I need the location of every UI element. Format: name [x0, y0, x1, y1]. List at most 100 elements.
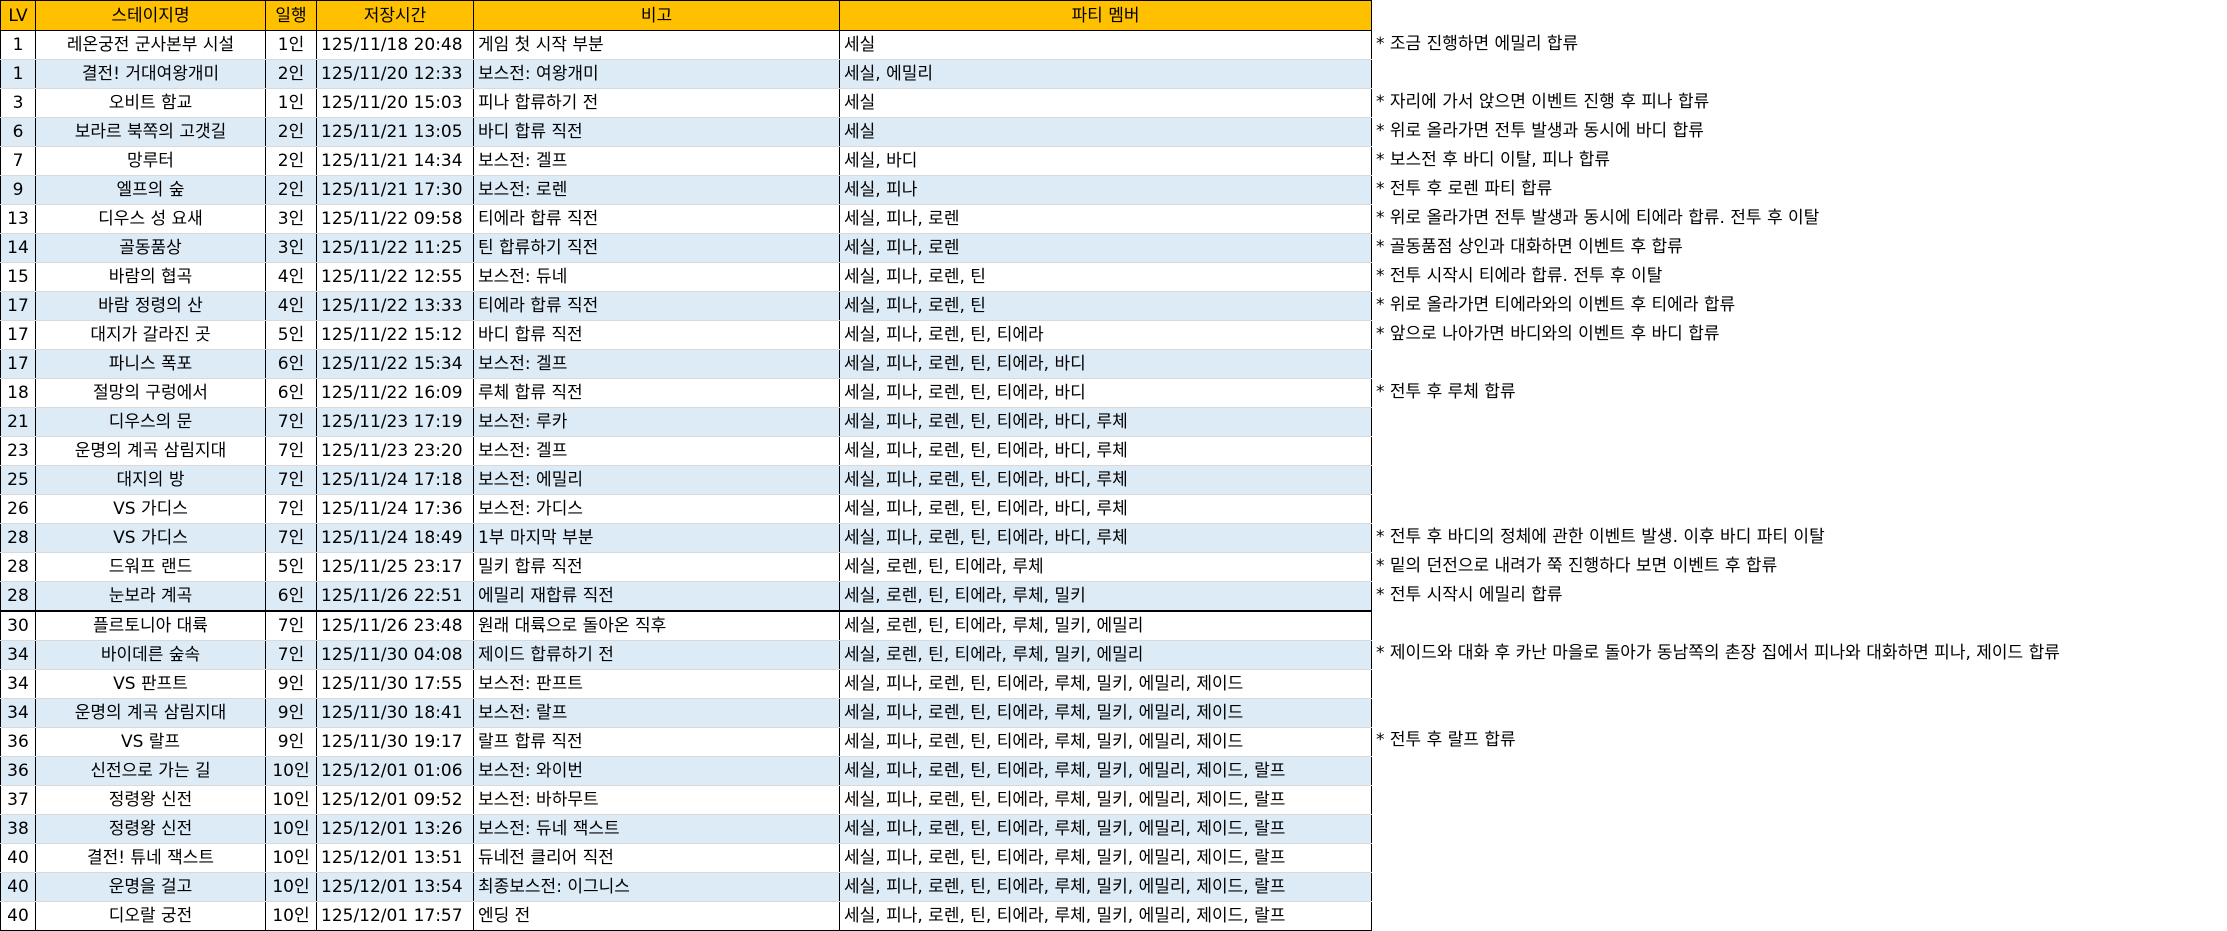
header-time[interactable]: 저장시간 [316, 0, 474, 31]
cell-days[interactable]: 10인 [265, 756, 317, 786]
cell-days[interactable]: 4인 [265, 291, 317, 321]
side-note[interactable] [1376, 59, 2221, 88]
cell-stage[interactable]: 눈보라 계곡 [35, 581, 266, 612]
cell-time[interactable]: 125/11/26 22:51 [316, 581, 474, 612]
cell-time[interactable]: 125/11/22 15:34 [316, 349, 474, 379]
cell-note[interactable]: 루체 합류 직전 [473, 378, 840, 408]
cell-stage[interactable]: 운명의 계곡 삼림지대 [35, 436, 266, 466]
cell-party[interactable]: 세실, 로렌, 틴, 티에라, 루체, 밀키, 에밀리 [839, 610, 1372, 641]
cell-days[interactable]: 9인 [265, 727, 317, 757]
cell-note[interactable]: 보스전: 듀네 잭스트 [473, 814, 840, 844]
cell-days[interactable]: 2인 [265, 146, 317, 176]
cell-lv[interactable]: 28 [0, 523, 36, 553]
cell-time[interactable]: 125/11/22 11:25 [316, 233, 474, 263]
cell-stage[interactable]: 결전! 튜네 잭스트 [35, 843, 266, 873]
cell-time[interactable]: 125/11/22 13:33 [316, 291, 474, 321]
cell-party[interactable]: 세실, 피나, 로렌, 틴, 티에라, 루체, 밀키, 에밀리, 제이드 [839, 669, 1372, 699]
cell-note[interactable]: 티에라 합류 직전 [473, 204, 840, 234]
cell-lv[interactable]: 9 [0, 175, 36, 205]
cell-party[interactable]: 세실, 피나, 로렌, 틴, 티에라, 루체, 밀키, 에밀리, 제이드 [839, 698, 1372, 728]
cell-lv[interactable]: 21 [0, 407, 36, 437]
cell-time[interactable]: 125/11/30 19:17 [316, 727, 474, 757]
cell-days[interactable]: 2인 [265, 117, 317, 147]
side-note[interactable]: * 전투 후 랄프 합류 [1376, 726, 2221, 755]
side-note[interactable]: * 전투 후 루체 합류 [1376, 378, 2221, 407]
side-note[interactable]: * 전투 후 로렌 파티 합류 [1376, 175, 2221, 204]
cell-time[interactable]: 125/11/22 12:55 [316, 262, 474, 292]
cell-party[interactable]: 세실, 피나, 로렌, 틴, 티에라, 바디, 루체 [839, 407, 1372, 437]
side-note[interactable] [1376, 842, 2221, 871]
cell-stage[interactable]: 드워프 랜드 [35, 552, 266, 582]
cell-party[interactable]: 세실, 피나, 로렌, 틴, 티에라, 루체, 밀키, 에밀리, 제이드, 랄프 [839, 872, 1372, 902]
cell-days[interactable]: 5인 [265, 552, 317, 582]
cell-stage[interactable]: 절망의 구렁에서 [35, 378, 266, 408]
cell-party[interactable]: 세실, 피나, 로렌, 틴, 티에라, 바디, 루체 [839, 523, 1372, 553]
side-note[interactable]: * 전투 후 바디의 정체에 관한 이벤트 발생. 이후 바디 파티 이탈 [1376, 523, 2221, 552]
cell-party[interactable]: 세실, 피나, 로렌, 틴, 티에라, 바디, 루체 [839, 436, 1372, 466]
cell-party[interactable]: 세실 [839, 88, 1372, 118]
side-note[interactable] [1376, 465, 2221, 494]
cell-stage[interactable]: 디우스 성 요새 [35, 204, 266, 234]
cell-note[interactable]: 피나 합류하기 전 [473, 88, 840, 118]
cell-lv[interactable]: 37 [0, 785, 36, 815]
cell-time[interactable]: 125/12/01 13:51 [316, 843, 474, 873]
side-note[interactable]: * 조금 진행하면 에밀리 합류 [1376, 30, 2221, 59]
cell-lv[interactable]: 34 [0, 698, 36, 728]
cell-lv[interactable]: 34 [0, 640, 36, 670]
cell-party[interactable]: 세실, 피나, 로렌, 틴, 티에라, 루체, 밀키, 에밀리, 제이드 [839, 727, 1372, 757]
side-note[interactable]: * 골동품점 상인과 대화하면 이벤트 후 합류 [1376, 233, 2221, 262]
cell-stage[interactable]: 파니스 폭포 [35, 349, 266, 379]
cell-party[interactable]: 세실, 피나, 로렌 [839, 204, 1372, 234]
side-note[interactable]: * 앞으로 나아가면 바디와의 이벤트 후 바디 합류 [1376, 320, 2221, 349]
cell-party[interactable]: 세실, 피나, 로렌, 틴, 티에라, 바디, 루체 [839, 494, 1372, 524]
cell-party[interactable]: 세실, 피나, 로렌, 틴 [839, 291, 1372, 321]
cell-days[interactable]: 7인 [265, 465, 317, 495]
side-note[interactable] [1376, 900, 2221, 929]
cell-time[interactable]: 125/11/24 17:36 [316, 494, 474, 524]
cell-note[interactable]: 제이드 합류하기 전 [473, 640, 840, 670]
cell-time[interactable]: 125/11/30 17:55 [316, 669, 474, 699]
cell-stage[interactable]: 대지가 갈라진 곳 [35, 320, 266, 350]
cell-lv[interactable]: 40 [0, 901, 36, 931]
cell-time[interactable]: 125/11/20 15:03 [316, 88, 474, 118]
side-note[interactable]: * 위로 올라가면 전투 발생과 동시에 바디 합류 [1376, 117, 2221, 146]
cell-time[interactable]: 125/11/26 23:48 [316, 610, 474, 641]
cell-party[interactable]: 세실, 피나, 로렌, 틴, 티에라, 루체, 밀키, 에밀리, 제이드, 랄프 [839, 814, 1372, 844]
cell-stage[interactable]: 바람 정령의 산 [35, 291, 266, 321]
cell-stage[interactable]: VS 판프트 [35, 669, 266, 699]
cell-party[interactable]: 세실, 로렌, 틴, 티에라, 루체 [839, 552, 1372, 582]
cell-days[interactable]: 6인 [265, 378, 317, 408]
cell-stage[interactable]: VS 가디스 [35, 523, 266, 553]
cell-lv[interactable]: 36 [0, 756, 36, 786]
cell-days[interactable]: 7인 [265, 640, 317, 670]
cell-stage[interactable]: VS 가디스 [35, 494, 266, 524]
side-note[interactable] [1376, 349, 2221, 378]
header-days[interactable]: 일행 [265, 0, 317, 31]
side-note[interactable] [1376, 755, 2221, 784]
cell-lv[interactable]: 26 [0, 494, 36, 524]
cell-days[interactable]: 5인 [265, 320, 317, 350]
cell-party[interactable]: 세실, 로렌, 틴, 티에라, 루체, 밀키, 에밀리 [839, 640, 1372, 670]
cell-days[interactable]: 6인 [265, 581, 317, 612]
cell-lv[interactable]: 25 [0, 465, 36, 495]
cell-stage[interactable]: 디오랄 궁전 [35, 901, 266, 931]
cell-lv[interactable]: 13 [0, 204, 36, 234]
cell-note[interactable]: 보스전: 루카 [473, 407, 840, 437]
cell-lv[interactable]: 15 [0, 262, 36, 292]
cell-stage[interactable]: 디우스의 문 [35, 407, 266, 437]
side-note[interactable] [1376, 813, 2221, 842]
cell-time[interactable]: 125/11/24 17:18 [316, 465, 474, 495]
cell-time[interactable]: 125/11/24 18:49 [316, 523, 474, 553]
cell-stage[interactable]: 정령왕 신전 [35, 814, 266, 844]
cell-note[interactable]: 에밀리 재합류 직전 [473, 581, 840, 612]
cell-note[interactable]: 밀키 합류 직전 [473, 552, 840, 582]
header-lv[interactable]: LV [0, 0, 36, 31]
cell-stage[interactable]: 결전! 거대여왕개미 [35, 59, 266, 89]
cell-days[interactable]: 10인 [265, 814, 317, 844]
side-note[interactable] [1376, 610, 2221, 639]
cell-note[interactable]: 1부 마지막 부분 [473, 523, 840, 553]
cell-note[interactable]: 최종보스전: 이그니스 [473, 872, 840, 902]
cell-party[interactable]: 세실, 피나, 로렌, 틴, 티에라, 바디, 루체 [839, 465, 1372, 495]
side-note[interactable]: * 위로 올라가면 티에라와의 이벤트 후 티에라 합류 [1376, 291, 2221, 320]
cell-lv[interactable]: 17 [0, 320, 36, 350]
